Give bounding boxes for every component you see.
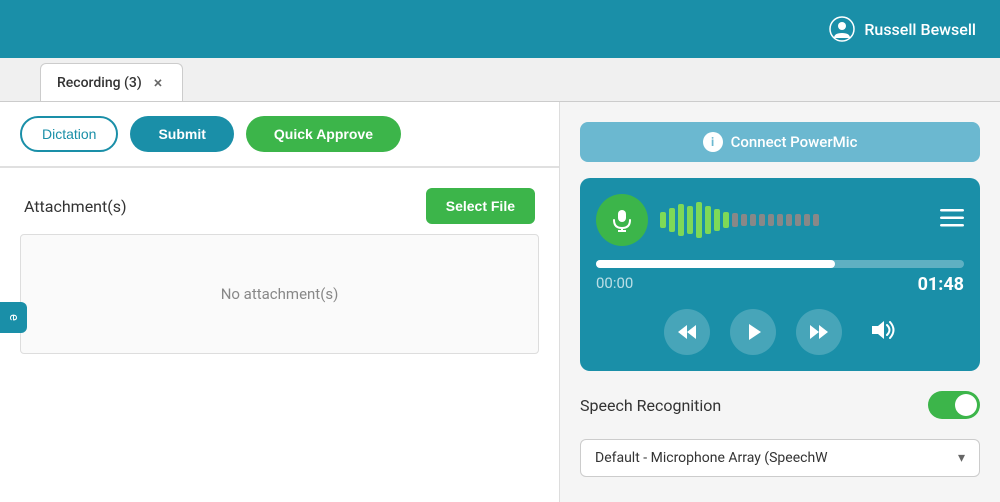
- level-bar-4: [687, 206, 693, 234]
- level-bar-2: [669, 208, 675, 232]
- speech-recognition-label: Speech Recognition: [580, 396, 721, 415]
- rewind-button[interactable]: [664, 309, 710, 355]
- speech-recognition-row: Speech Recognition: [580, 387, 980, 423]
- level-bar-3: [678, 204, 684, 236]
- recording-tab[interactable]: Recording (3) ×: [40, 63, 183, 101]
- level-bar-7: [714, 209, 720, 231]
- mic-button[interactable]: [596, 194, 648, 246]
- level-bar-8: [723, 212, 729, 228]
- play-button[interactable]: [730, 309, 776, 355]
- info-icon: i: [703, 132, 723, 152]
- user-name: Russell Bewsell: [864, 20, 976, 39]
- level-bar-10: [741, 214, 747, 226]
- attachments-header: Attachment(s) Select File: [20, 188, 539, 224]
- playback-controls: [596, 309, 964, 355]
- content-area: Attachment(s) Select File No attachment(…: [0, 168, 559, 502]
- attachments-box: No attachment(s): [20, 234, 539, 354]
- level-bar-17: [804, 214, 810, 226]
- toggle-thumb: [955, 394, 977, 416]
- progress-row: 00:00 01:48: [596, 260, 964, 295]
- tab-close-button[interactable]: ×: [154, 75, 163, 91]
- submit-button[interactable]: Submit: [130, 116, 233, 152]
- main-area: Dictation Submit Quick Approve Attachmen…: [0, 102, 1000, 502]
- level-bar-18: [813, 214, 819, 226]
- audio-player: 00:00 01:48: [580, 178, 980, 371]
- right-panel: i Connect PowerMic: [560, 102, 1000, 502]
- mic-row: [596, 194, 964, 246]
- level-bar-16: [795, 214, 801, 226]
- quick-approve-button[interactable]: Quick Approve: [246, 116, 401, 152]
- level-bar-5: [696, 202, 702, 238]
- left-edge-tab: e: [0, 302, 27, 333]
- level-bars: [660, 202, 928, 238]
- left-panel: Dictation Submit Quick Approve Attachmen…: [0, 102, 560, 502]
- speech-recognition-toggle[interactable]: [928, 391, 980, 419]
- time-row: 00:00 01:48: [596, 274, 964, 295]
- tab-label: Recording (3): [57, 75, 142, 91]
- progress-fill: [596, 260, 835, 268]
- attachments-label: Attachment(s): [24, 197, 127, 216]
- connect-powermic-button[interactable]: i Connect PowerMic: [580, 122, 980, 162]
- top-header: Russell Bewsell: [0, 0, 1000, 58]
- level-bar-12: [759, 214, 765, 226]
- level-bar-15: [786, 214, 792, 226]
- level-bar-6: [705, 206, 711, 234]
- progress-track[interactable]: [596, 260, 964, 268]
- no-attachments-text: No attachment(s): [221, 285, 339, 303]
- tab-bar: Recording (3) ×: [0, 58, 1000, 102]
- chevron-down-icon: ▾: [958, 450, 965, 466]
- level-bar-1: [660, 212, 666, 228]
- attachments-section: Attachment(s) Select File No attachment(…: [20, 188, 539, 354]
- time-total: 01:48: [918, 274, 964, 295]
- time-current: 00:00: [596, 274, 633, 295]
- level-bar-11: [750, 214, 756, 226]
- user-info: Russell Bewsell: [828, 15, 976, 43]
- action-toolbar: Dictation Submit Quick Approve: [0, 102, 559, 168]
- level-bar-14: [777, 214, 783, 226]
- user-icon: [828, 15, 856, 43]
- level-bar-9: [732, 213, 738, 227]
- select-file-button[interactable]: Select File: [426, 188, 535, 224]
- connect-powermic-label: Connect PowerMic: [731, 133, 858, 151]
- microphone-dropdown-value: Default - Microphone Array (SpeechW: [595, 450, 828, 466]
- level-bar-13: [768, 214, 774, 226]
- volume-button[interactable]: [870, 319, 896, 346]
- fast-forward-button[interactable]: [796, 309, 842, 355]
- microphone-dropdown[interactable]: Default - Microphone Array (SpeechW ▾: [580, 439, 980, 477]
- hamburger-menu-icon[interactable]: [940, 208, 964, 233]
- dictation-button[interactable]: Dictation: [20, 116, 118, 152]
